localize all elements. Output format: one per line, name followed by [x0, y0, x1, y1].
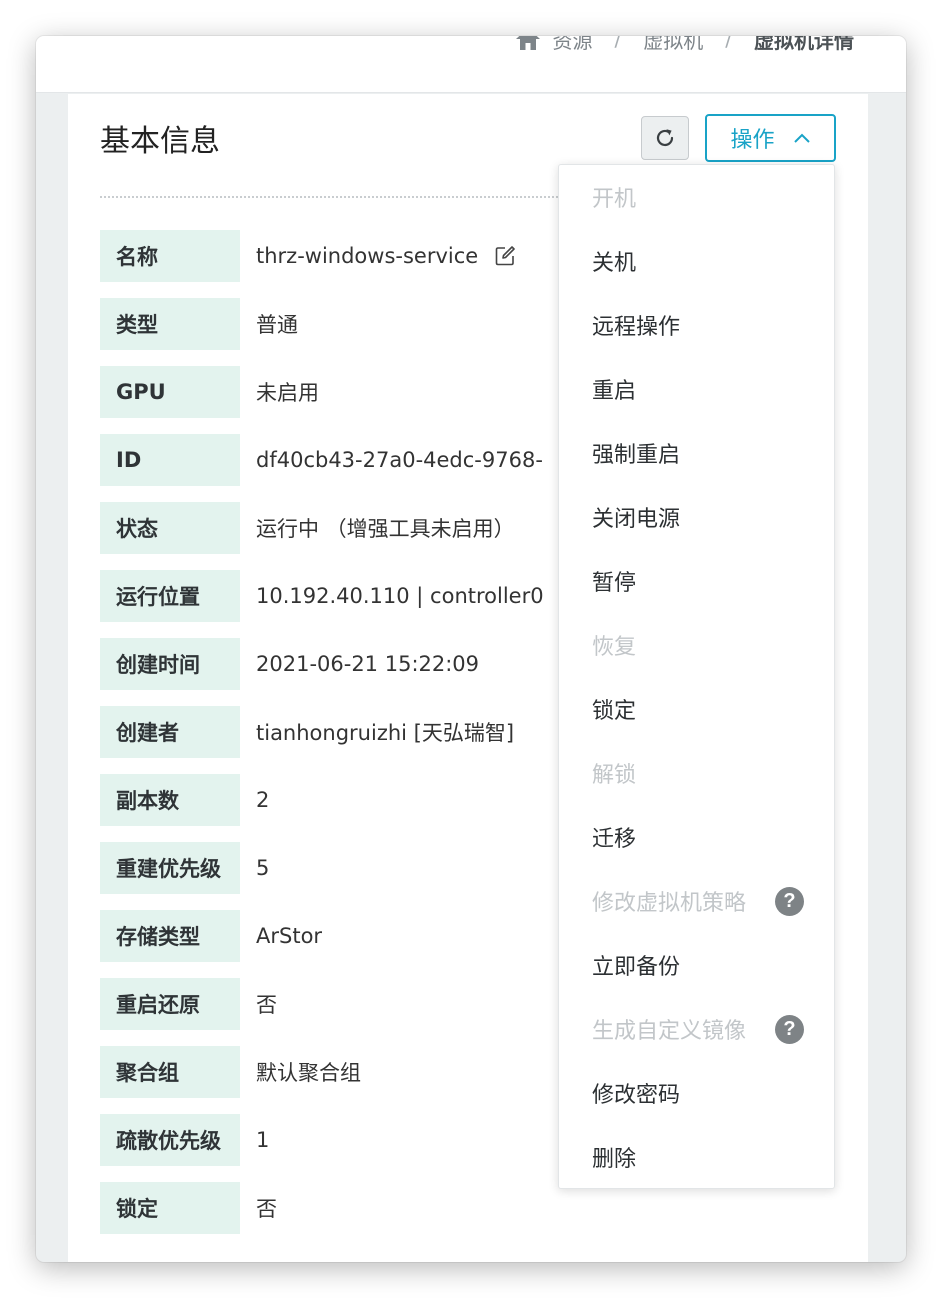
- detail-row-created-at: 创建时间 2021-06-21 15:22:09: [100, 638, 479, 690]
- menu-item-pause[interactable]: 暂停: [559, 549, 834, 613]
- refresh-button[interactable]: [641, 116, 689, 160]
- vm-name-text: thrz-windows-service: [256, 244, 479, 268]
- title-divider: [100, 196, 570, 198]
- detail-label: 疏散优先级: [100, 1114, 240, 1166]
- menu-item-label: 关机: [592, 251, 637, 276]
- detail-label: 存储类型: [100, 910, 240, 962]
- operations-button-label: 操作: [730, 128, 775, 153]
- detail-label: 重建优先级: [100, 842, 240, 894]
- detail-row-aggregate-group: 聚合组 默认聚合组: [100, 1046, 361, 1098]
- menu-item-delete[interactable]: 删除: [559, 1125, 834, 1188]
- detail-label: 聚合组: [100, 1046, 240, 1098]
- menu-item-change-password[interactable]: 修改密码: [559, 1061, 834, 1125]
- card-title: 基本信息: [100, 124, 220, 159]
- detail-value: 1: [256, 1128, 270, 1152]
- menu-item-lock[interactable]: 锁定: [559, 677, 834, 741]
- menu-item-power-off[interactable]: 关闭电源: [559, 485, 834, 549]
- breadcrumb-item-resources[interactable]: 资源: [553, 36, 593, 54]
- menu-item-resume: 恢复: [559, 613, 834, 677]
- breadcrumb-separator: /: [725, 36, 732, 51]
- detail-value: 2: [256, 788, 270, 812]
- menu-item-label: 恢复: [592, 635, 637, 660]
- menu-item-label: 迁移: [592, 827, 637, 852]
- detail-value: thrz-windows-service: [240, 244, 516, 268]
- detail-value: 否: [256, 1197, 277, 1221]
- refresh-icon: [656, 129, 674, 147]
- detail-value: 2021-06-21 15:22:09: [256, 652, 480, 676]
- detail-label: 创建时间: [100, 638, 240, 690]
- home-icon[interactable]: [515, 36, 541, 51]
- operations-dropdown-menu: 开机 关机 远程操作 重启 强制重启 关闭电源 暂停 恢复 锁定 解锁 迁移 修…: [558, 164, 835, 1189]
- detail-row-location: 运行位置 10.192.40.110 | controller0: [100, 570, 544, 622]
- menu-item-power-on: 开机: [559, 165, 834, 229]
- detail-row-locked: 锁定 否: [100, 1182, 277, 1234]
- menu-item-create-custom-image: 生成自定义镜像 ?: [559, 997, 834, 1061]
- detail-row-status: 状态 运行中 （增强工具未启用）: [100, 502, 515, 554]
- menu-item-label: 暂停: [592, 571, 637, 596]
- detail-row-creator: 创建者 tianhongruizhi [天弘瑞智]: [100, 706, 514, 758]
- menu-item-label: 生成自定义镜像: [592, 1019, 747, 1044]
- menu-item-label: 立即备份: [592, 955, 681, 980]
- menu-item-edit-vm-policy: 修改虚拟机策略 ?: [559, 869, 834, 933]
- menu-item-force-reboot[interactable]: 强制重启: [559, 421, 834, 485]
- help-icon[interactable]: ?: [775, 886, 804, 916]
- breadcrumb-item-vm-detail: 虚拟机详情: [754, 36, 854, 53]
- detail-row-id: ID df40cb43-27a0-4edc-9768-: [100, 434, 543, 486]
- menu-item-label: 重启: [592, 379, 637, 404]
- menu-item-label: 删除: [592, 1147, 637, 1172]
- detail-row-rebuild-priority: 重建优先级 5: [100, 842, 269, 894]
- menu-item-label: 远程操作: [592, 315, 681, 340]
- menu-item-label: 修改密码: [592, 1083, 681, 1108]
- menu-item-unlock: 解锁: [559, 741, 834, 805]
- detail-row-storage-type: 存储类型 ArStor: [100, 910, 322, 962]
- menu-item-label: 锁定: [592, 699, 637, 724]
- detail-label: 重启还原: [100, 978, 240, 1030]
- detail-label: 副本数: [100, 774, 240, 826]
- detail-label: 名称: [100, 230, 240, 282]
- detail-label: ID: [100, 434, 240, 486]
- menu-item-reboot[interactable]: 重启: [559, 357, 834, 421]
- detail-row-gpu: GPU 未启用: [100, 366, 319, 418]
- menu-item-backup-now[interactable]: 立即备份: [559, 933, 834, 997]
- breadcrumb-separator: /: [614, 36, 622, 51]
- menu-item-label: 强制重启: [592, 443, 681, 468]
- detail-label: GPU: [100, 366, 240, 418]
- detail-value: df40cb43-27a0-4edc-9768-: [256, 448, 543, 472]
- menu-item-shutdown[interactable]: 关机: [559, 229, 834, 293]
- detail-value: 默认聚合组: [256, 1061, 361, 1085]
- detail-label: 类型: [100, 298, 240, 350]
- chevron-up-icon: [793, 133, 810, 143]
- detail-row-restore-on-reboot: 重启还原 否: [100, 978, 277, 1030]
- operations-button[interactable]: 操作: [705, 114, 836, 162]
- detail-value: 否: [256, 993, 277, 1017]
- detail-row-type: 类型 普通: [100, 298, 298, 350]
- detail-label: 运行位置: [100, 570, 240, 622]
- detail-label: 锁定: [100, 1182, 240, 1234]
- detail-value: 5: [256, 856, 270, 880]
- detail-value: 普通: [256, 313, 298, 337]
- detail-value: 未启用: [256, 381, 319, 405]
- detail-row-name: 名称 thrz-windows-service: [100, 230, 516, 282]
- detail-row-evacuation-priority: 疏散优先级 1: [100, 1114, 269, 1166]
- menu-item-label: 修改虚拟机策略: [592, 891, 747, 916]
- menu-item-remote[interactable]: 远程操作: [559, 293, 834, 357]
- menu-item-label: 解锁: [592, 763, 637, 788]
- detail-label: 创建者: [100, 706, 240, 758]
- detail-value: 10.192.40.110 | controller0: [256, 584, 544, 608]
- detail-value: tianhongruizhi [天弘瑞智]: [256, 721, 515, 745]
- top-bar: 资源 / 虚拟机 / 虚拟机详情: [36, 36, 906, 93]
- breadcrumb-item-vm[interactable]: 虚拟机: [643, 36, 703, 54]
- menu-item-migrate[interactable]: 迁移: [559, 805, 834, 869]
- detail-label: 状态: [100, 502, 240, 554]
- edit-icon[interactable]: [494, 245, 516, 267]
- menu-item-label: 关闭电源: [592, 507, 681, 532]
- detail-row-replicas: 副本数 2: [100, 774, 269, 826]
- breadcrumb: 资源 / 虚拟机 / 虚拟机详情: [515, 36, 854, 54]
- detail-value: ArStor: [256, 924, 323, 948]
- help-icon[interactable]: ?: [775, 1014, 804, 1044]
- detail-value: 运行中 （增强工具未启用）: [256, 517, 515, 541]
- menu-item-label: 开机: [592, 187, 637, 212]
